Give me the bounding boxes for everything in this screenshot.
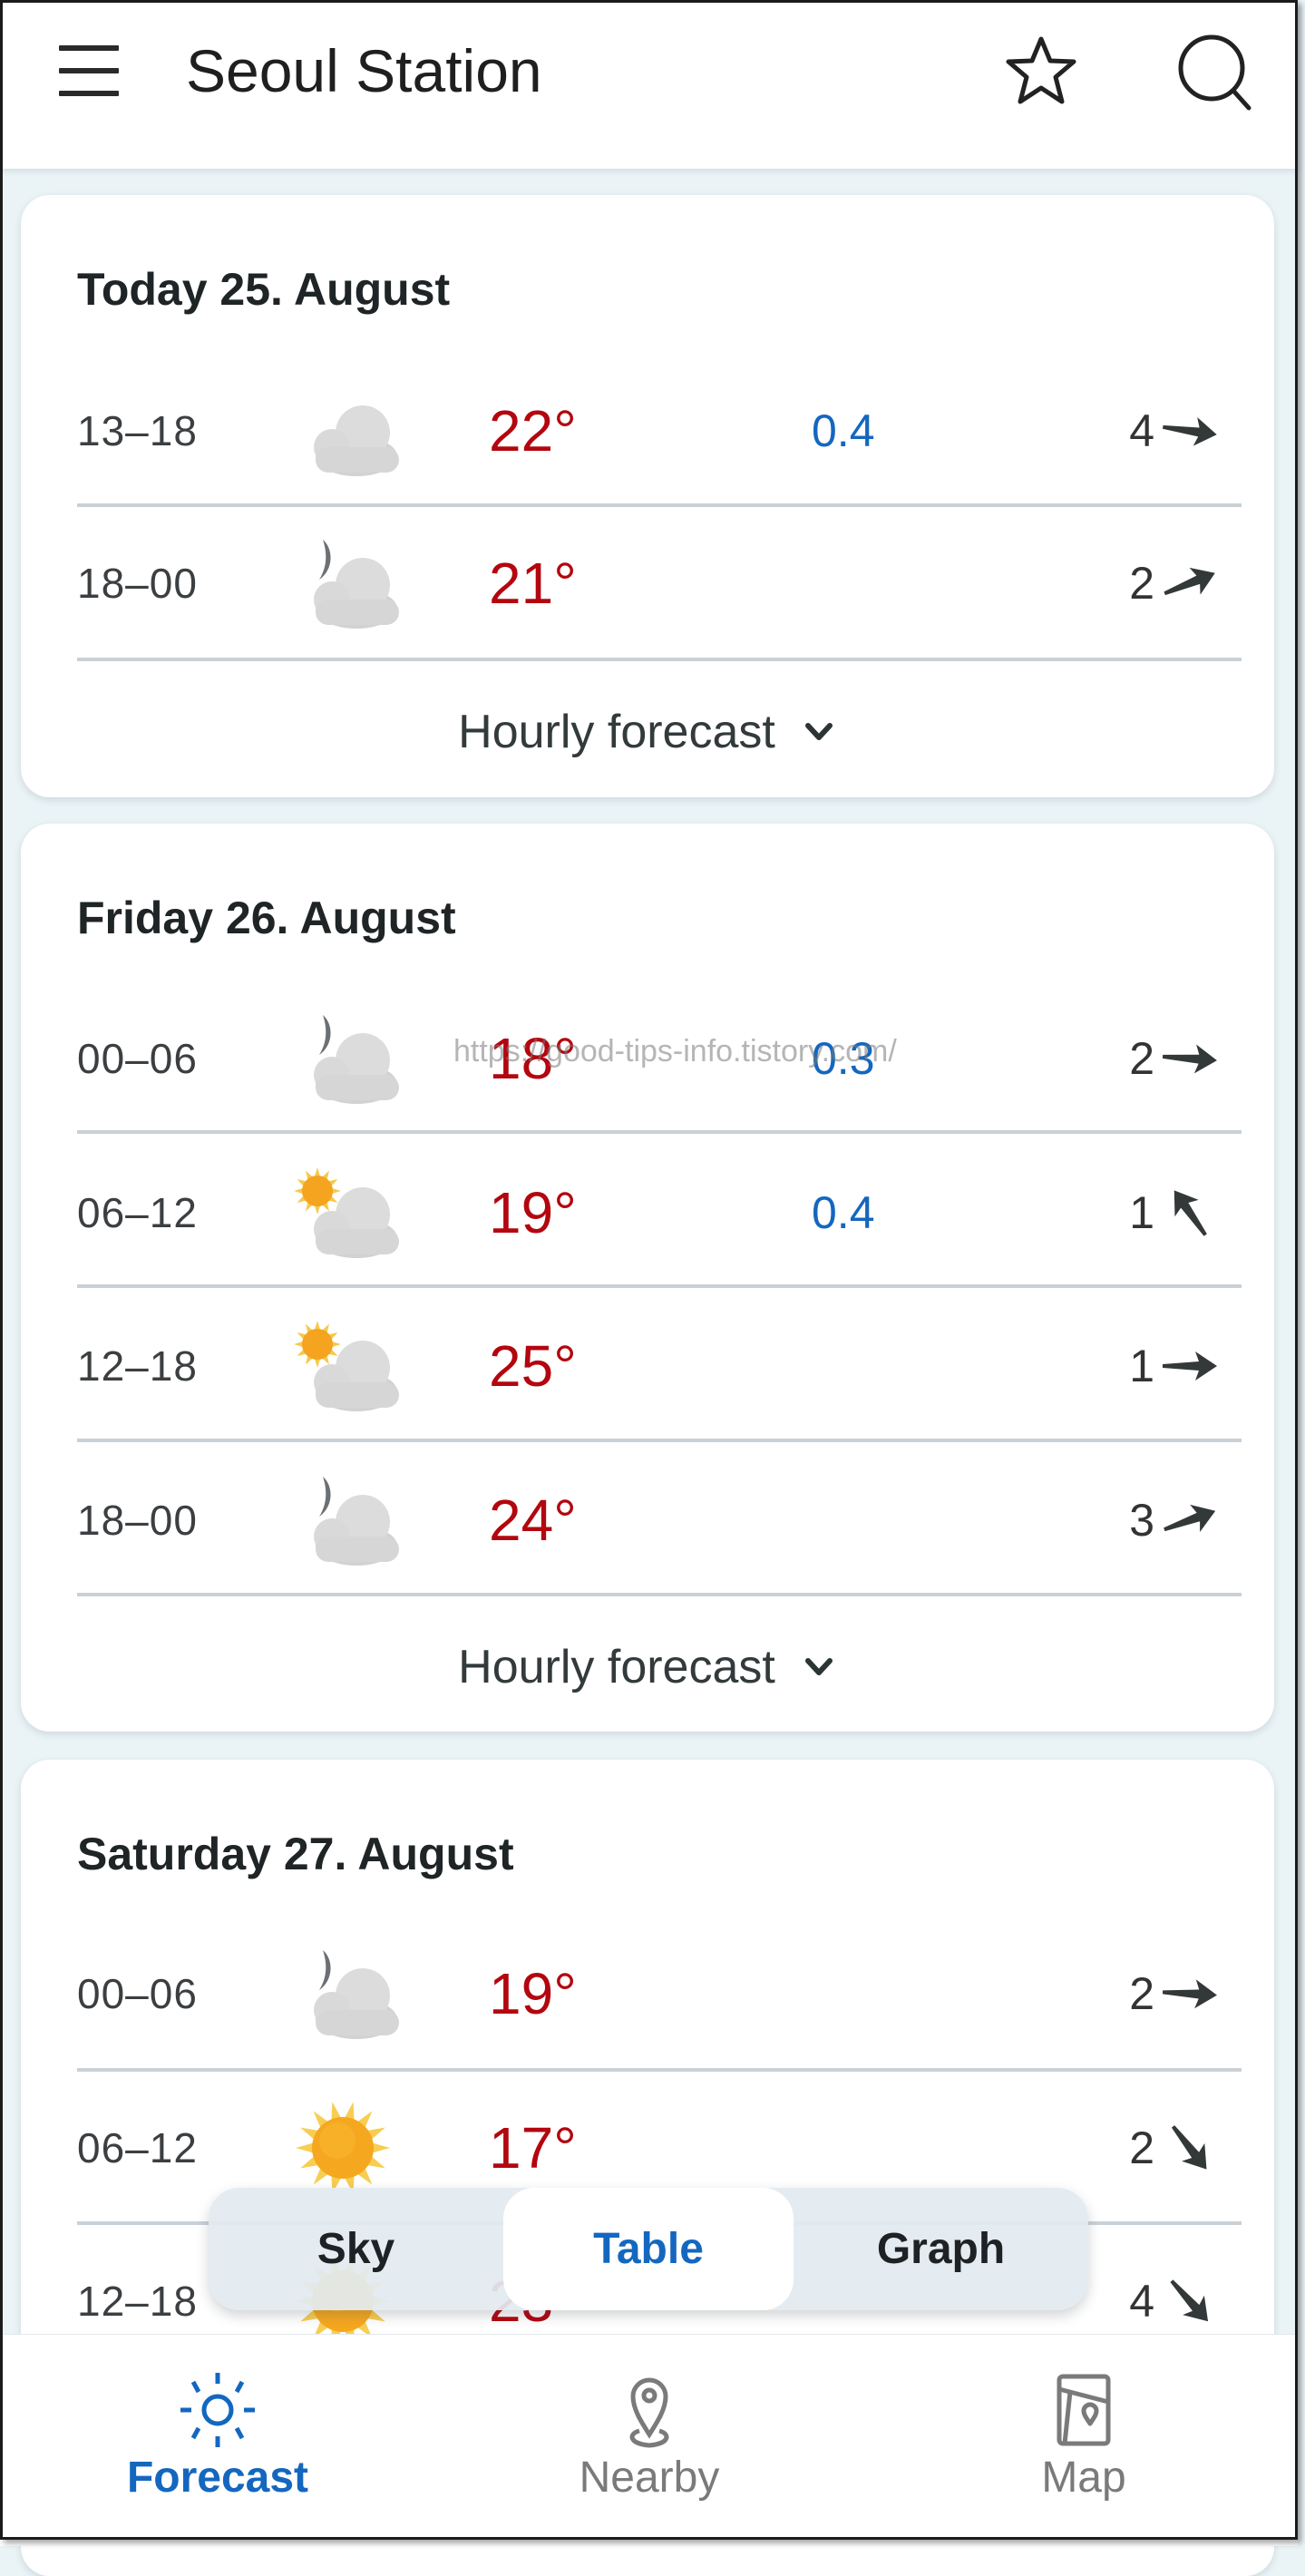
time-range: 12–18: [77, 1342, 198, 1390]
time-range: 18–00: [77, 1497, 198, 1544]
row-divider: [77, 2068, 1242, 2072]
time-range: 06–12: [77, 1189, 198, 1236]
forecast-row[interactable]: 00–06 19° 2: [21, 1926, 1274, 2062]
weather-night-partly-cloudy-icon: [279, 1004, 406, 1113]
time-range: 00–06: [77, 1970, 198, 2017]
wind-speed: 4: [1129, 2276, 1154, 2327]
day-title: Saturday 27. August: [77, 1829, 514, 1879]
map-icon: [1057, 2374, 1111, 2446]
wind-direction-arrow-icon: [1157, 398, 1222, 463]
hamburger-line: [59, 91, 119, 96]
time-range: 13–18: [77, 407, 198, 454]
view-switcher: Sky Table Graph: [209, 2188, 1088, 2310]
sun-icon: [180, 2373, 255, 2447]
weather-night-partly-cloudy-icon: [279, 1466, 406, 1575]
bottom-navigation: Forecast Nearby Map: [0, 2334, 1298, 2546]
hourly-forecast-label: Hourly forecast: [458, 1641, 775, 1693]
wind-direction-arrow-icon: [1157, 1333, 1222, 1399]
temperature: 22°: [489, 398, 577, 463]
view-option-graph[interactable]: Graph: [794, 2188, 1088, 2310]
time-range: 12–18: [77, 2278, 198, 2325]
row-divider: [77, 503, 1242, 507]
chevron-down-icon: [804, 723, 833, 740]
temperature: 17°: [489, 2115, 577, 2181]
forecast-row[interactable]: 06–12 19° 0.4 1: [21, 1145, 1274, 1281]
wind-speed: 2: [1129, 1033, 1154, 1084]
row-divider: [77, 1130, 1242, 1134]
temperature: 21°: [489, 551, 577, 616]
app-bar: Seoul Station: [0, 0, 1298, 169]
wind-direction-arrow-icon: [1157, 2269, 1222, 2334]
search-icon: [1178, 34, 1251, 111]
view-option-table[interactable]: Table: [503, 2188, 794, 2310]
favorite-button[interactable]: [996, 27, 1086, 118]
weather-night-partly-cloudy-icon: [279, 529, 406, 638]
day-card-friday: Friday 26. August 00–06 18° 0.3 2 06–12 …: [21, 824, 1274, 1732]
wind-direction-arrow-icon: [1157, 1961, 1222, 2026]
row-divider: [77, 658, 1242, 661]
wind-speed: 2: [1129, 1968, 1154, 2019]
temperature: 24°: [489, 1488, 577, 1553]
precipitation: 0.4: [812, 1187, 875, 1238]
forecast-row[interactable]: 00–06 18° 0.3 2: [21, 990, 1274, 1127]
wind-speed: 2: [1129, 2122, 1154, 2173]
page-title: Seoul Station: [186, 37, 542, 104]
hamburger-line: [59, 68, 119, 73]
hourly-forecast-label: Hourly forecast: [458, 706, 775, 758]
nav-forecast[interactable]: Forecast: [0, 2335, 435, 2534]
chevron-down-icon: [804, 1658, 833, 1675]
time-range: 18–00: [77, 560, 198, 607]
time-range: 06–12: [77, 2124, 198, 2171]
forecast-row[interactable]: 18–00 24° 3: [21, 1452, 1274, 1588]
row-divider: [77, 1439, 1242, 1442]
weather-cloudy-icon: [279, 376, 406, 485]
row-divider: [77, 1593, 1242, 1596]
forecast-row[interactable]: 12–18 25° 1: [21, 1298, 1274, 1434]
weather-clear-sun-icon: [279, 2093, 406, 2202]
wind-direction-arrow-icon: [1157, 551, 1222, 616]
star-outline-icon: [1006, 36, 1076, 104]
forecast-row[interactable]: 18–00 21° 2: [21, 515, 1274, 651]
hamburger-menu-icon: [59, 45, 119, 51]
hourly-forecast-toggle[interactable]: Hourly forecast: [21, 1622, 1274, 1712]
nav-label: Map: [1041, 2454, 1126, 2502]
wind-speed: 1: [1129, 1187, 1154, 1238]
time-range: 00–06: [77, 1035, 198, 1082]
nav-nearby[interactable]: Nearby: [432, 2335, 867, 2534]
wind-speed: 2: [1129, 558, 1154, 609]
precipitation: 0.4: [812, 405, 875, 456]
temperature: 18°: [489, 1026, 577, 1091]
nav-label: Nearby: [579, 2454, 720, 2502]
temperature: 19°: [489, 1180, 577, 1245]
weather-night-partly-cloudy-icon: [279, 1939, 406, 2048]
wind-speed: 4: [1129, 405, 1154, 456]
row-divider: [77, 1284, 1242, 1288]
temperature: 25°: [489, 1333, 577, 1399]
wind-speed: 3: [1129, 1495, 1154, 1546]
day-title: Friday 26. August: [77, 893, 456, 943]
weather-day-partly-cloudy-icon: [279, 1158, 406, 1267]
nav-label: Forecast: [126, 2454, 309, 2502]
precipitation: 0.3: [812, 1033, 875, 1084]
nav-map[interactable]: Map: [866, 2335, 1301, 2534]
day-title: Today 25. August: [77, 264, 451, 315]
view-option-sky[interactable]: Sky: [209, 2188, 503, 2310]
weather-day-partly-cloudy-icon: [279, 1312, 406, 1420]
hourly-forecast-toggle[interactable]: Hourly forecast: [21, 687, 1274, 777]
day-card-today: Today 25. August 13–18 22° 0.4 4 18–00 2…: [21, 195, 1274, 797]
wind-direction-arrow-icon: [1157, 1026, 1222, 1091]
temperature: 19°: [489, 1961, 577, 2026]
search-button[interactable]: [1168, 27, 1259, 118]
forecast-row[interactable]: 13–18 22° 0.4 4: [21, 363, 1274, 499]
wind-speed: 1: [1129, 1341, 1154, 1391]
wind-direction-arrow-icon: [1157, 2115, 1222, 2181]
wind-direction-arrow-icon: [1157, 1488, 1222, 1553]
location-pin-icon: [629, 2377, 669, 2448]
menu-button[interactable]: [54, 44, 123, 102]
wind-direction-arrow-icon: [1157, 1180, 1222, 1245]
